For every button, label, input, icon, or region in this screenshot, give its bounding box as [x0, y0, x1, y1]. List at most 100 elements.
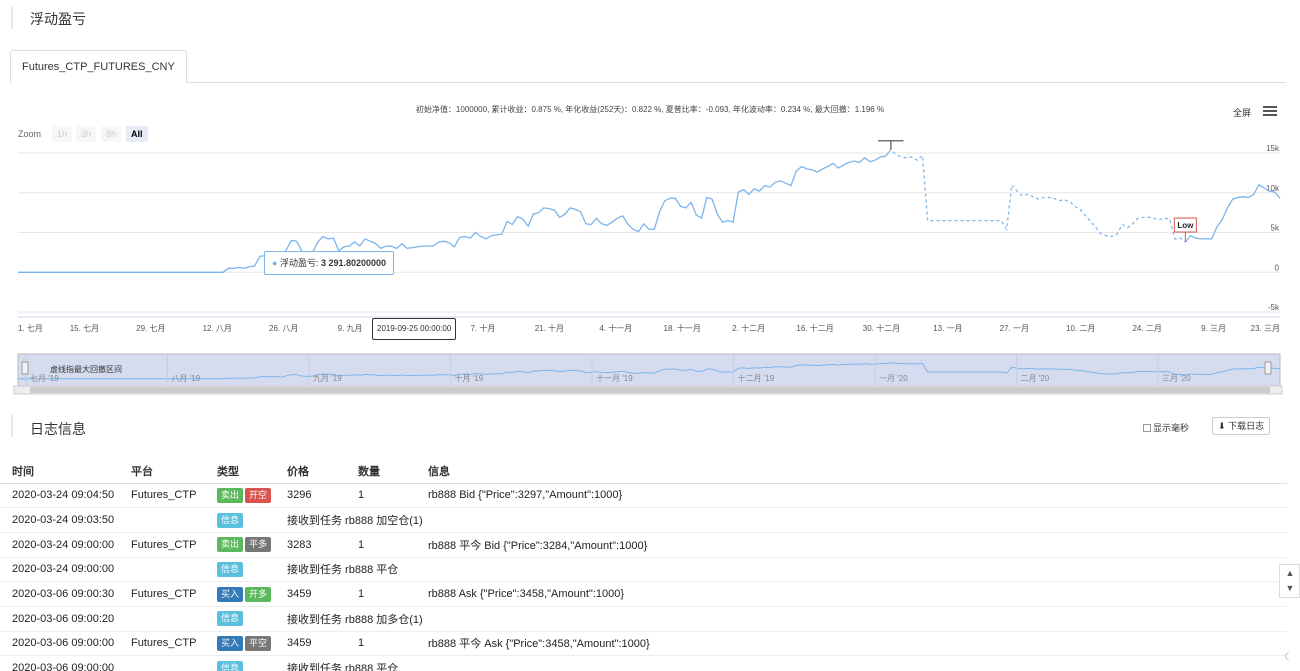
show-ms-checkbox[interactable]: 显示毫秒	[1143, 421, 1189, 434]
log-row: 2020-03-06 09:00:30 Futures_CTP 买入 开多 3459 1 r…	[0, 581, 1287, 607]
log-platform	[119, 507, 205, 533]
navigator-tick: 一月 '20	[879, 374, 908, 383]
col-price[interactable]: 价格	[275, 459, 346, 484]
show-ms-label: 显示毫秒	[1153, 423, 1190, 433]
log-type: 卖出 开空	[205, 483, 275, 509]
log-qty: 1	[346, 631, 416, 657]
log-platform: Futures_CTP	[119, 532, 205, 558]
log-platform	[119, 655, 205, 671]
type-badge-buy: 买入	[217, 635, 244, 651]
log-info: rb888 平今 Bid {"Price":3284,"Amount":1000…	[416, 532, 1287, 558]
navigator-left-handle	[21, 361, 29, 375]
log-info: 接收到任务 rb888 平仓	[275, 557, 1287, 583]
log-type: 买入 平空	[205, 631, 275, 657]
log-accent-bar	[11, 415, 13, 437]
y-tick-label: 5k	[1271, 224, 1280, 233]
profit-chart[interactable]: 15k10k5k0-5k1. 七月 15. 七月 29. 七月 12. 八月 26. 八…	[0, 140, 1300, 400]
navigator-tick: 十一月 '19	[596, 373, 633, 383]
navigator-tick: 九月 '19	[313, 374, 342, 383]
log-type: 信息	[205, 606, 275, 632]
x-tick-label: 29. 七月	[136, 324, 165, 333]
scroll-control[interactable]: ▲ ▼	[1279, 564, 1300, 598]
log-platform	[119, 557, 205, 583]
log-price: 3283	[275, 532, 346, 558]
scroll-down-icon[interactable]: ▼	[1285, 583, 1295, 593]
navigator-tick: 二月 '20	[1021, 374, 1050, 383]
y-tick-label: -5k	[1268, 303, 1280, 312]
x-tick-label: 30. 十二月	[863, 323, 900, 333]
dark-mode-icon[interactable]: ☾	[1284, 652, 1293, 663]
log-time: 2020-03-24 09:03:50	[0, 507, 119, 533]
type-badge-open-short: 开空	[245, 487, 272, 503]
scroll-up-icon[interactable]: ▲	[1285, 568, 1295, 578]
log-type: 信息	[205, 507, 275, 533]
x-tick-label: 21. 十月	[535, 323, 564, 333]
x-tick-label: 1. 七月	[18, 324, 43, 333]
col-type[interactable]: 类型	[205, 459, 275, 484]
log-info: rb888 Ask {"Price":3458,"Amount":1000}	[416, 581, 1287, 607]
log-title: 日志信息	[30, 421, 86, 437]
navigator-tick: 十二月 '19	[738, 373, 775, 383]
tooltip-value: 3 291.80200000	[320, 258, 387, 268]
panel-title: 浮动盈亏	[30, 11, 86, 27]
x-tick-label: 9. 三月	[1201, 324, 1226, 333]
download-icon: ⬇	[1218, 421, 1226, 431]
download-log-button[interactable]: ⬇ 下载日志	[1212, 417, 1271, 435]
x-tick-label: 7. 十月	[470, 323, 495, 333]
type-badge-info: 信息	[217, 512, 244, 528]
tab-futures-ctp[interactable]: Futures_CTP_FUTURES_CNY	[10, 50, 187, 83]
type-badge-sell: 卖出	[217, 537, 244, 553]
log-row: 2020-03-24 09:00:00 信息 接收到任务 rb888 平仓	[0, 557, 1287, 583]
crosshair-date-label: 2019-09-25 00:00:00	[372, 318, 457, 340]
log-type: 卖出 平多	[205, 532, 275, 558]
series-dot-icon: ●	[272, 258, 278, 268]
log-header-row: 时间 平台 类型 价格 数量 信息	[0, 459, 1287, 484]
log-info: rb888 平今 Ask {"Price":3458,"Amount":1000…	[416, 631, 1287, 657]
log-qty: 1	[346, 483, 416, 509]
log-time: 2020-03-24 09:00:00	[0, 557, 119, 583]
x-tick-label: 27. 一月	[1000, 324, 1029, 333]
low-label: Low	[1177, 221, 1194, 230]
x-tick-label: 4. 十一月	[599, 323, 632, 333]
type-badge-info: 信息	[217, 611, 244, 627]
type-badge-info: 信息	[217, 660, 244, 671]
chart-tooltip: ● 浮动盈亏: 3 291.80200000	[264, 251, 395, 275]
navigator-tick: 七月 '19	[30, 374, 59, 383]
x-tick-label: 26. 八月	[269, 324, 298, 333]
performance-summary: 初始净值：1000000, 累计收益：0.875 %, 年化收益(252天)：0…	[415, 105, 885, 114]
x-tick-label: 10. 二月	[1066, 324, 1095, 333]
checkbox-icon[interactable]	[1143, 424, 1151, 432]
log-platform: Futures_CTP	[119, 483, 205, 509]
log-table: 时间 平台 类型 价格 数量 信息 2020-03-24 09:04:50 Fut…	[0, 459, 1287, 671]
hamburger-menu-icon[interactable]	[1263, 106, 1277, 116]
col-info[interactable]: 信息	[416, 459, 1287, 484]
log-price: 3459	[275, 631, 346, 657]
log-time: 2020-03-06 09:00:20	[0, 606, 119, 632]
log-info: 接收到任务 rb888 加空仓(1)	[275, 507, 1287, 533]
header-accent-bar	[11, 7, 13, 29]
log-platform: Futures_CTP	[119, 581, 205, 607]
navigator-note: 虚线指最大回撤区间	[50, 365, 122, 374]
navigator-tick: 三月 '20	[1162, 374, 1191, 383]
log-qty: 1	[346, 581, 416, 607]
type-badge-buy: 买入	[217, 586, 244, 602]
log-time: 2020-03-06 09:00:00	[0, 631, 119, 657]
tab-bar: Futures_CTP_FUTURES_CNY	[10, 50, 1286, 83]
x-tick-label: 9. 九月	[338, 324, 363, 333]
log-row: 2020-03-06 09:00:00 信息 接收到任务 rb888 平仓	[0, 655, 1287, 671]
type-badge-info: 信息	[217, 561, 244, 577]
drawdown-dash	[890, 149, 1186, 243]
log-panel-header: 日志信息	[0, 405, 1300, 445]
log-time: 2020-03-24 09:04:50	[0, 483, 119, 509]
type-badge-open-long: 开多	[245, 586, 272, 602]
log-row: 2020-03-24 09:00:00 Futures_CTP 卖出 平多 3283 1 r…	[0, 532, 1287, 558]
col-platform[interactable]: 平台	[119, 459, 205, 484]
log-row: 2020-03-06 09:00:00 Futures_CTP 买入 平空 3459 1 r…	[0, 631, 1287, 657]
col-qty[interactable]: 数量	[346, 459, 416, 484]
fullscreen-button[interactable]: 全屏	[1233, 106, 1251, 119]
x-tick-label: 16. 十二月	[796, 323, 833, 333]
log-qty: 1	[346, 532, 416, 558]
col-time[interactable]: 时间	[0, 459, 119, 484]
log-row: 2020-03-24 09:04:50 Futures_CTP 卖出 开空 3296 1 r…	[0, 483, 1287, 509]
page: 浮动盈亏 Futures_CTP_FUTURES_CNY 初始净值：100000…	[0, 0, 1300, 671]
